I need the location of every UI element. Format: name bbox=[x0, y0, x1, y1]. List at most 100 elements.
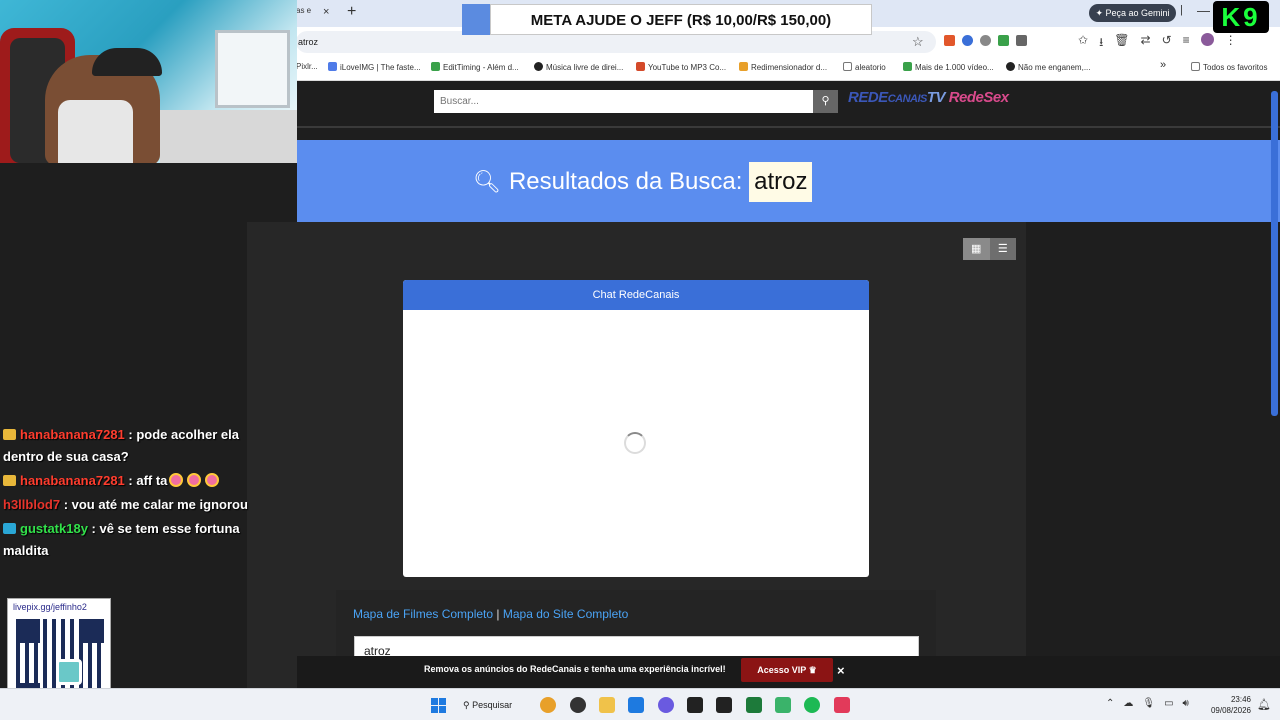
chat-text: : aff ta bbox=[128, 473, 168, 488]
window-separator-icon: | bbox=[1180, 4, 1183, 16]
list-view-button[interactable]: ☰ bbox=[989, 238, 1016, 260]
bookmark-item[interactable]: Pixlr... bbox=[296, 62, 318, 71]
bookmark-item[interactable]: iLoveIMG | The faste... bbox=[328, 62, 421, 72]
site-search-input[interactable] bbox=[434, 90, 814, 113]
history-icon[interactable]: ↺ bbox=[1162, 33, 1172, 54]
bookmark-icon bbox=[534, 62, 543, 71]
chat-username: gustatk18y bbox=[20, 521, 88, 536]
channel-logo: K9 bbox=[1213, 1, 1269, 33]
chat-username: h3llblod7 bbox=[3, 497, 61, 512]
windows-taskbar: ⚲ Pesquisar ⌃ ☁ 🎙︎ ▭ 🔊︎ 23:46 09/08/2026… bbox=[0, 688, 1280, 720]
bookmark-icon bbox=[636, 62, 645, 71]
site-logo[interactable]: REDECANAISTV RedeSex bbox=[848, 89, 1009, 115]
folder-icon bbox=[1191, 62, 1200, 71]
bookmark-icon bbox=[431, 62, 440, 71]
tab-title[interactable]: as e bbox=[296, 6, 311, 15]
bookmarks-overflow-icon[interactable]: » bbox=[1160, 59, 1166, 71]
cloud-icon[interactable]: ☁ bbox=[1123, 698, 1133, 709]
bookmark-label: iLoveIMG | The faste... bbox=[340, 63, 421, 72]
taskbar-search[interactable]: ⚲ Pesquisar bbox=[463, 697, 512, 714]
gemini-button[interactable]: ✦ Peça ao Gemini bbox=[1089, 4, 1176, 22]
bookmark-item[interactable]: Mais de 1.000 vídeo... bbox=[903, 62, 994, 72]
notification-bell-icon[interactable]: 🔔︎ bbox=[1257, 698, 1271, 711]
streamlabs-app-icon[interactable] bbox=[834, 697, 850, 713]
minimize-window-icon[interactable]: — bbox=[1197, 3, 1210, 18]
drive-extension-icon[interactable] bbox=[998, 35, 1009, 46]
bookmark-item[interactable]: Música livre de direi... bbox=[534, 62, 623, 72]
movies-map-link[interactable]: Mapa de Filmes Completo bbox=[353, 607, 493, 621]
loading-spinner-icon bbox=[624, 432, 646, 454]
all-favorites-folder[interactable]: Todos os favoritos bbox=[1191, 62, 1267, 72]
media-app-icon[interactable] bbox=[746, 697, 762, 713]
download-icon[interactable]: ⭳ bbox=[1099, 33, 1103, 54]
bookmark-star-icon[interactable]: ☆ bbox=[912, 34, 924, 50]
bookmark-item[interactable]: EditTiming - Além d... bbox=[431, 62, 519, 72]
webcam-streamer bbox=[58, 100, 133, 163]
vip-promo-bar: Remova os anúncios do RedeCanais e tenha… bbox=[297, 656, 1280, 688]
bookmark-label: EditTiming - Além d... bbox=[443, 63, 519, 72]
piano-app-icon[interactable] bbox=[687, 697, 703, 713]
search-query: atroz bbox=[749, 162, 813, 202]
chat-username: hanabanana7281 bbox=[20, 473, 125, 488]
network-icon[interactable]: ▭ bbox=[1164, 698, 1173, 709]
page-scrollbar[interactable] bbox=[1271, 91, 1278, 416]
bookmark-item[interactable]: Redimensionador d... bbox=[739, 62, 827, 72]
volume-icon[interactable]: 🔊︎ bbox=[1183, 698, 1189, 709]
microphone-icon[interactable]: 🎙︎ bbox=[1142, 698, 1155, 709]
chat-widget-title: Chat RedeCanais bbox=[403, 280, 869, 310]
menu-lines-icon[interactable]: ≡ bbox=[1183, 33, 1190, 54]
prime-badge-icon bbox=[3, 523, 16, 534]
bookmark-icon bbox=[739, 62, 748, 71]
sub-badge-icon bbox=[3, 429, 16, 440]
bookmark-label: Mais de 1.000 vídeo... bbox=[915, 63, 994, 72]
spotify-app-icon[interactable] bbox=[804, 697, 820, 713]
sub-badge-icon bbox=[3, 475, 16, 486]
search-button[interactable]: ⚲ bbox=[813, 90, 838, 113]
taskbar-clock[interactable]: 23:46 09/08/2026 bbox=[1203, 694, 1251, 716]
close-icon[interactable]: × bbox=[837, 663, 845, 678]
store-app-icon[interactable] bbox=[628, 697, 644, 713]
more-menu-icon[interactable]: ⋮ bbox=[1225, 33, 1237, 54]
search-results-hero: 🔍︎ Resultados da Busca: atroz bbox=[297, 140, 1280, 222]
discord-app-icon[interactable] bbox=[658, 697, 674, 713]
extension-icon[interactable] bbox=[962, 35, 973, 46]
tray-overflow-icon[interactable]: ⌃ bbox=[1106, 698, 1114, 709]
translate-icon[interactable]: ⇄ bbox=[1141, 33, 1151, 54]
audio-app-icon[interactable] bbox=[716, 697, 732, 713]
donation-goal-banner: META AJUDE O JEFF (R$ 10,00/R$ 150,00) bbox=[490, 4, 872, 35]
crown-icon: ♛ bbox=[808, 665, 817, 675]
bookmark-icon bbox=[1006, 62, 1015, 71]
bookmark-label: Música livre de direi... bbox=[546, 63, 624, 72]
taskbar-search-label: Pesquisar bbox=[472, 700, 513, 710]
folder-icon bbox=[843, 62, 852, 71]
emote-icon bbox=[187, 473, 202, 487]
qr-label: livepix.gg/jeffinho2 bbox=[13, 602, 87, 612]
favorites-icon[interactable]: ✩ bbox=[1078, 33, 1088, 54]
tab-close-icon[interactable]: × bbox=[323, 6, 329, 18]
vip-access-button[interactable]: Acesso VIP ♛ bbox=[741, 658, 833, 682]
office-extension-icon[interactable] bbox=[944, 35, 955, 46]
bookmark-folder[interactable]: aleatorio bbox=[843, 62, 886, 72]
chat-widget: Chat RedeCanais bbox=[403, 280, 869, 577]
bookmark-item[interactable]: Não me enganem,... bbox=[1006, 62, 1090, 72]
vip-button-label: Acesso VIP bbox=[757, 665, 807, 675]
file-explorer-icon[interactable] bbox=[599, 697, 615, 713]
notes-app-icon[interactable] bbox=[775, 697, 791, 713]
windows-start-button[interactable] bbox=[431, 698, 446, 713]
search-text-field[interactable]: atroz bbox=[354, 636, 919, 658]
bookmark-icon bbox=[328, 62, 337, 71]
obs-app-icon[interactable] bbox=[570, 697, 586, 713]
banner-accent bbox=[462, 4, 490, 35]
bookmark-item[interactable]: YouTube to MP3 Co... bbox=[636, 62, 726, 72]
emote-icon bbox=[205, 473, 220, 487]
chat-message: gustatk18y : vê se tem esse fortuna mald… bbox=[3, 518, 278, 562]
puzzle-extensions-icon[interactable] bbox=[1016, 35, 1027, 46]
media-extension-icon[interactable] bbox=[980, 35, 991, 46]
trash-icon[interactable]: 🗑 bbox=[1114, 33, 1129, 54]
new-tab-button[interactable]: + bbox=[347, 3, 356, 21]
grid-view-button[interactable]: ▦ bbox=[963, 238, 990, 260]
profile-avatar[interactable] bbox=[1200, 33, 1214, 46]
chrome-app-icon[interactable] bbox=[540, 697, 556, 713]
site-map-link[interactable]: Mapa do Site Completo bbox=[503, 607, 628, 621]
url-text[interactable]: atroz bbox=[298, 37, 318, 47]
